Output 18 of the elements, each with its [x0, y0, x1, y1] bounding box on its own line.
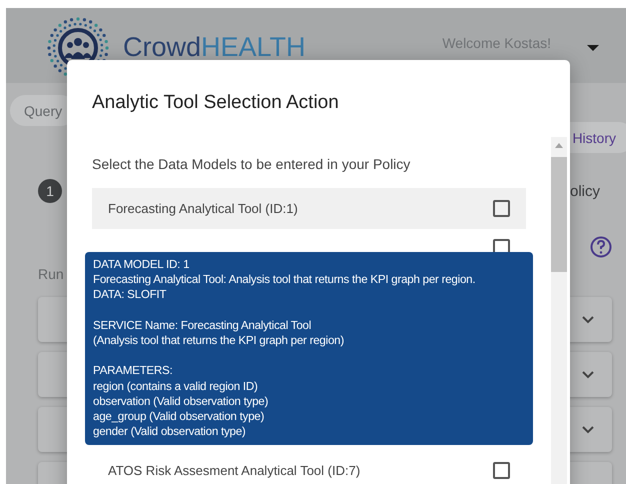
dialog-subtitle: Select the Data Models to be entered in your Policy	[92, 156, 412, 172]
tooltip-line: region (contains a valid region ID)	[93, 378, 259, 394]
run-label: Run	[38, 266, 64, 282]
tooltip-line: PARAMETERS:	[93, 363, 174, 379]
tooltip-line: Forecasting Analytical Tool: Analysis tool that returns the KPI graph per region.	[93, 272, 476, 288]
tooltip-line: age_group (Valid observation type)	[93, 409, 266, 424]
item-label: Forecasting Analytical Tool (ID:1)	[108, 201, 298, 216]
tooltip-line: SERVICE Name: Forecasting Analytical Tool	[93, 318, 312, 333]
step-number: 1	[38, 179, 62, 203]
tooltip-line: (Analysis tool that returns the KPI graph per region)	[93, 333, 345, 348]
dialog-title: Analytic Tool Selection Action	[91, 91, 340, 114]
tooltip-line: observation (Valid observation type)	[93, 394, 270, 409]
tooltip-line: gender (Valid observation type)	[93, 424, 247, 440]
brand-name: CrowdHEALTH	[123, 32, 306, 62]
step-label: olicy	[570, 182, 600, 200]
item-label: ATOS Risk Assesment Analytical Tool (ID:7)	[108, 463, 360, 478]
tooltip-line: DATA: SLOFIT	[93, 287, 168, 303]
tooltip-line: DATA MODEL ID: 1	[93, 257, 190, 272]
